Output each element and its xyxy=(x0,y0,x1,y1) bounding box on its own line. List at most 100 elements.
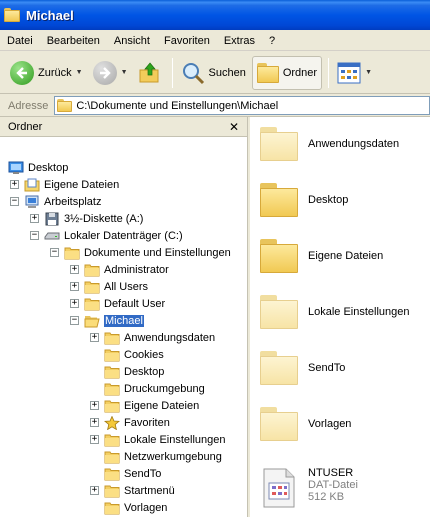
toolbar: Zurück ▼ ▼ Suchen Ordner ▼ xyxy=(0,52,430,94)
folder-icon xyxy=(104,348,120,362)
tree-node[interactable]: Default User xyxy=(84,295,165,312)
tree-node[interactable]: Favoriten xyxy=(103,414,170,431)
folder-icon xyxy=(84,297,100,311)
content-item[interactable]: Eigene Dateien xyxy=(260,239,383,273)
folder-icon xyxy=(64,246,80,260)
tree-node[interactable]: Startmenü xyxy=(104,482,175,499)
tree-node[interactable]: Lokaler Datenträger (C:) xyxy=(44,227,183,244)
content-item[interactable]: SendTo xyxy=(260,351,345,385)
tree-node[interactable]: Desktop xyxy=(8,159,68,176)
chevron-down-icon[interactable]: ▼ xyxy=(76,69,83,76)
content-item[interactable]: Lokale Einstellungen xyxy=(260,295,410,329)
tree-node[interactable]: Administrator xyxy=(84,261,169,278)
tree-node-label: Startmenü xyxy=(124,484,175,497)
favorites-star-icon xyxy=(103,415,121,430)
content-item-file[interactable]: NTUSER DAT-Datei 512 KB xyxy=(260,467,358,508)
tree-node[interactable]: Michael xyxy=(84,312,144,329)
expand-icon[interactable]: + xyxy=(90,401,99,410)
chevron-down-icon[interactable]: ▼ xyxy=(121,69,128,76)
tree-node-label: Druckumgebung xyxy=(124,382,205,395)
content-item[interactable]: Vorlagen xyxy=(260,407,351,441)
chevron-down-icon[interactable]: ▼ xyxy=(365,69,372,76)
collapse-icon[interactable]: − xyxy=(10,197,19,206)
content-item[interactable]: Desktop xyxy=(260,183,348,217)
address-input[interactable]: C:\Dokumente und Einstellungen\Michael xyxy=(54,96,430,115)
folders-button[interactable]: Ordner xyxy=(251,55,323,90)
tree-node[interactable]: Vorlagen xyxy=(104,499,167,516)
tree-node[interactable]: Anwendungsdaten xyxy=(104,329,215,346)
expand-icon[interactable]: + xyxy=(90,486,99,495)
toolbar-separator xyxy=(328,57,330,88)
collapse-icon[interactable]: − xyxy=(30,231,39,240)
folders-icon xyxy=(256,62,279,83)
tree-node-label: Eigene Dateien xyxy=(124,399,200,412)
expand-icon[interactable]: + xyxy=(70,282,79,291)
tree-node[interactable]: Cookies xyxy=(104,346,164,363)
tree-node[interactable]: Dokumente und Einstellungen xyxy=(64,244,231,261)
search-button[interactable]: Suchen xyxy=(177,56,250,90)
folder-icon xyxy=(84,263,100,277)
tree-node[interactable]: SendTo xyxy=(104,465,161,482)
collapse-icon[interactable]: − xyxy=(50,248,59,257)
tree-node[interactable]: Eigene Dateien xyxy=(24,176,119,193)
up-button[interactable] xyxy=(134,56,166,90)
expand-icon[interactable]: + xyxy=(10,180,19,189)
file-info: NTUSER DAT-Datei 512 KB xyxy=(308,467,358,503)
folder-icon xyxy=(104,365,120,379)
folder-icon xyxy=(260,295,298,329)
address-value: C:\Dokumente und Einstellungen\Michael xyxy=(76,99,279,112)
search-label: Suchen xyxy=(208,66,246,79)
menu-ansicht[interactable]: Ansicht xyxy=(107,35,157,47)
menu-favoriten[interactable]: Favoriten xyxy=(157,35,217,47)
content-pane: Anwendungsdaten Desktop Eigene Dateien Loka… xyxy=(250,117,430,517)
content-item-name: SendTo xyxy=(308,362,346,374)
folder-icon xyxy=(57,99,73,112)
content-item[interactable]: Anwendungsdaten xyxy=(260,127,399,161)
folder-icon xyxy=(104,450,120,464)
back-label: Zurück xyxy=(38,66,72,79)
tree-node[interactable]: Eigene Dateien xyxy=(104,397,199,414)
folder-icon xyxy=(104,467,120,481)
back-button[interactable]: Zurück ▼ xyxy=(6,56,87,90)
folder-icon xyxy=(260,239,298,273)
my-computer-icon xyxy=(24,195,40,209)
title-bar[interactable]: Michael xyxy=(0,0,430,30)
expand-icon[interactable]: + xyxy=(90,435,99,444)
tree-node[interactable]: 3½-Diskette (A:) xyxy=(44,210,143,227)
folder-icon xyxy=(4,8,20,22)
collapse-icon[interactable]: − xyxy=(70,316,79,325)
forward-button[interactable]: ▼ xyxy=(89,56,132,90)
folder-icon xyxy=(104,433,120,447)
tree-node-label: All Users xyxy=(104,280,149,293)
views-button[interactable]: ▼ xyxy=(333,56,376,90)
folder-icon xyxy=(104,331,120,345)
tree-node[interactable]: Arbeitsplatz xyxy=(24,193,101,210)
tree-node[interactable]: Lokale Einstellungen xyxy=(104,431,226,448)
folder-icon xyxy=(84,280,100,294)
tree-node[interactable]: Netzwerkumgebung xyxy=(104,448,222,465)
menu-datei[interactable]: Datei xyxy=(0,35,40,47)
folder-up-icon xyxy=(139,61,158,82)
tree-node-label: Desktop xyxy=(28,161,69,174)
expand-icon[interactable]: + xyxy=(90,333,99,342)
tree-node[interactable]: Druckumgebung xyxy=(104,380,205,397)
folder-icon xyxy=(104,399,120,413)
tree-node-label: Netzwerkumgebung xyxy=(124,450,222,463)
close-icon[interactable]: ✕ xyxy=(229,120,239,134)
menu-bearbeiten[interactable]: Bearbeiten xyxy=(40,35,107,47)
tree-node-label: SendTo xyxy=(124,467,162,480)
expand-icon[interactable]: + xyxy=(90,418,99,427)
folder-icon xyxy=(260,183,298,217)
hard-drive-icon xyxy=(44,229,60,243)
expand-icon[interactable]: + xyxy=(30,214,39,223)
tree-node[interactable]: All Users xyxy=(84,278,148,295)
folder-icon xyxy=(104,501,120,515)
menu-extras[interactable]: Extras xyxy=(217,35,262,47)
expand-icon[interactable]: + xyxy=(70,299,79,308)
folders-pane-title: Ordner xyxy=(8,120,43,133)
content-item-name: Lokale Einstellungen xyxy=(308,306,410,318)
expand-icon[interactable]: + xyxy=(70,265,79,274)
menu-help[interactable]: ? xyxy=(262,35,282,47)
tree-node[interactable]: Desktop xyxy=(104,363,164,380)
desktop-icon xyxy=(8,161,24,175)
